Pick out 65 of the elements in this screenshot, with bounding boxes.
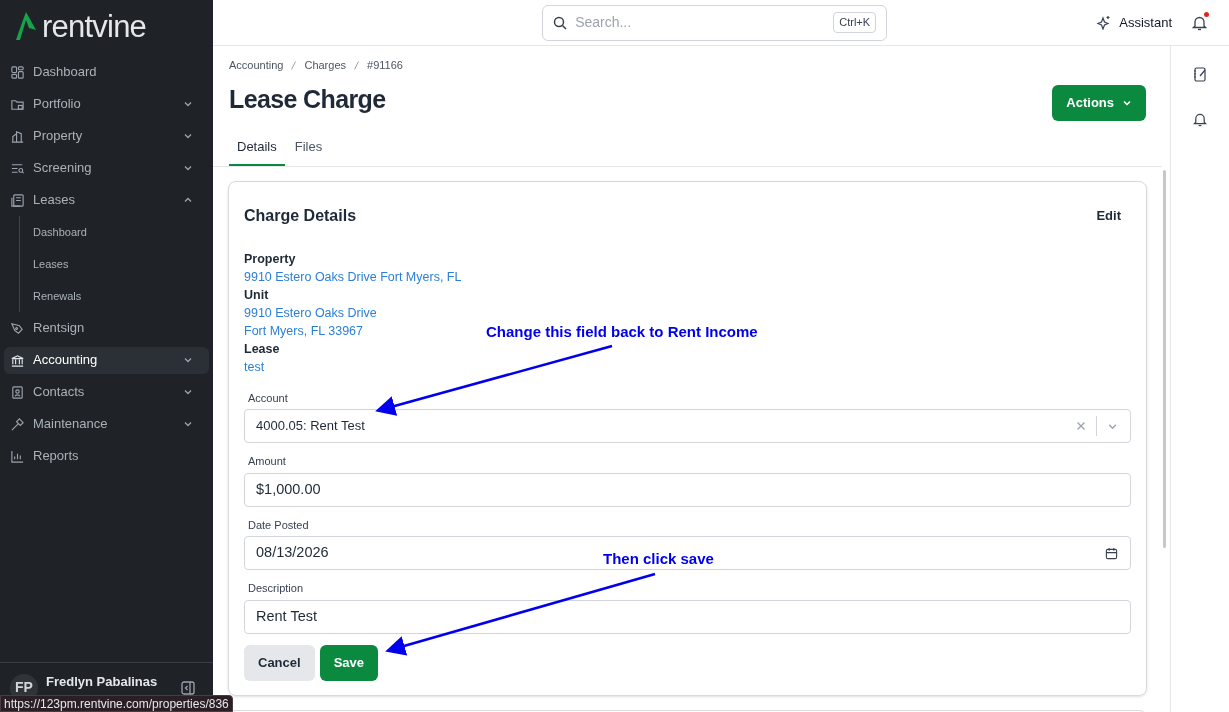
- sidebar-item[interactable]: Maintenance: [4, 410, 209, 438]
- info-link[interactable]: 9910 Estero Oaks Drive Fort Myers, FL: [244, 267, 462, 286]
- scrollbar-thumb[interactable]: [1163, 170, 1166, 548]
- input-field[interactable]: $1,000.00: [244, 472, 1131, 507]
- building-icon: [10, 128, 25, 144]
- logo-icon: [14, 10, 38, 42]
- cancel-button[interactable]: Cancel: [244, 644, 315, 681]
- info-label: Lease: [244, 340, 281, 358]
- sidebar-subitem[interactable]: Renewals: [20, 280, 209, 312]
- breadcrumb-separator-icon: [354, 60, 359, 70]
- info-label: Property: [244, 250, 297, 268]
- edit-button[interactable]: Edit: [1096, 205, 1121, 226]
- search-input: Search...: [575, 12, 826, 33]
- sidebar-item[interactable]: Rentsign: [4, 314, 209, 342]
- sidebar-item[interactable]: Screening: [4, 154, 209, 182]
- grid-icon: [10, 64, 25, 80]
- breadcrumb-link[interactable]: Accounting: [229, 57, 284, 74]
- tab[interactable]: Details: [229, 129, 285, 166]
- actions-button[interactable]: Actions: [1052, 84, 1146, 121]
- info-link[interactable]: Fort Myers, FL 33967: [244, 321, 364, 340]
- sidebar-subitem[interactable]: Leases: [20, 248, 209, 280]
- logo-text: rentvine: [42, 10, 147, 42]
- sidebar-item[interactable]: Property: [4, 122, 209, 150]
- breadcrumb-link[interactable]: Charges: [304, 57, 346, 74]
- sparkle-icon: [1096, 15, 1112, 30]
- shortcut-hint: Ctrl+K: [833, 12, 877, 33]
- sidebar-subitem[interactable]: Dashboard: [20, 216, 209, 248]
- field-label: Date Posted: [248, 517, 310, 533]
- field-label: Account: [248, 390, 289, 406]
- doc-icon: [10, 192, 25, 208]
- sidebar-item[interactable]: Dashboard: [4, 58, 209, 86]
- search-icon: [553, 15, 568, 30]
- hammer-icon: [10, 416, 25, 432]
- breadcrumb-separator-icon: [291, 60, 297, 70]
- sidebar-item[interactable]: Accounting: [4, 346, 209, 374]
- calendar-icon[interactable]: [1105, 546, 1118, 560]
- sidebar-item[interactable]: Portfolio: [4, 90, 209, 118]
- annotation-text: Change this field back to Rent Income: [486, 322, 758, 342]
- search-field[interactable]: Search... Ctrl+K: [542, 4, 888, 41]
- pen-icon: [10, 320, 25, 336]
- sidebar-item[interactable]: Leases: [4, 186, 209, 214]
- field-label: Amount: [248, 454, 287, 469]
- save-button[interactable]: Save: [319, 644, 378, 681]
- bell-icon[interactable]: [1193, 112, 1207, 127]
- page-title: Lease Charge: [229, 83, 386, 115]
- info-label: Unit: [244, 286, 270, 304]
- badge-icon: [10, 384, 25, 400]
- user-name: Fredlyn Pabalinas: [46, 672, 158, 691]
- sidebar-item[interactable]: Reports: [4, 442, 209, 470]
- assistant-button[interactable]: Assistant: [1096, 12, 1172, 33]
- card-title: Charge Details: [244, 205, 357, 226]
- chart-icon: [10, 448, 25, 464]
- info-link[interactable]: test: [244, 357, 265, 376]
- info-link[interactable]: 9910 Estero Oaks Drive: [244, 303, 377, 322]
- sidebar-item[interactable]: Contacts: [4, 378, 209, 406]
- bank-icon: [10, 352, 25, 368]
- notes-icon[interactable]: [1192, 66, 1208, 82]
- collapse-sidebar-icon[interactable]: [181, 680, 195, 695]
- annotation-text: Then click save: [603, 549, 714, 569]
- status-url-tooltip: https://123pm.rentvine.com/properties/836: [0, 695, 233, 712]
- breadcrumb-link[interactable]: #91166: [367, 57, 403, 74]
- tab[interactable]: Files: [288, 129, 329, 166]
- field-label: Description: [248, 581, 305, 596]
- input-field[interactable]: Rent Test: [244, 599, 1131, 634]
- bell-icon[interactable]: [1192, 14, 1207, 31]
